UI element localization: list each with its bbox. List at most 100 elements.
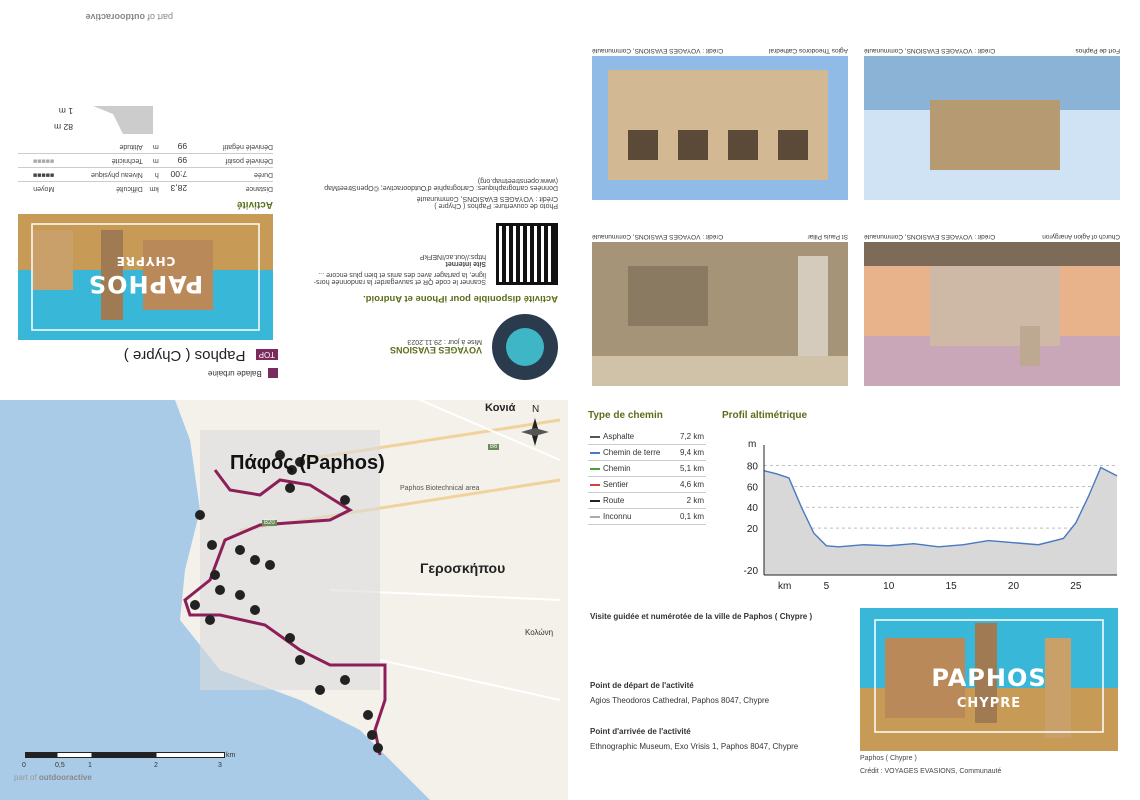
path-type-row: Inconnu 0,1 km: [588, 508, 706, 525]
photo-credit: Crédit : VOYAGES EVASIONS, Communauté: [592, 233, 724, 240]
cover-photo-credit2: Crédit : VOYAGES EVASIONS, Communauté: [416, 195, 558, 202]
path-type-swatch: [590, 467, 600, 470]
cover-photo-subtitle: CHYPRE: [956, 696, 1022, 711]
path-type-name: Chemin: [588, 460, 674, 477]
flyer-title: TOP Paphos ( Chypre ): [124, 347, 278, 364]
stat-label: Durée: [187, 167, 273, 182]
road-badge: B6: [488, 444, 500, 450]
photo-fort: [864, 56, 1120, 200]
top-badge: TOP: [255, 349, 278, 361]
end-value: Ethnographic Museum, Exo Vrisis 1, Papho…: [590, 742, 799, 751]
physical-level-dots: ■■■■■: [18, 167, 55, 182]
y-tick-label: 80: [747, 461, 759, 472]
x-tick-label: 15: [946, 581, 958, 592]
stat-value: [18, 140, 54, 154]
stat-value: 7:00: [158, 167, 188, 182]
category-label: Balade urbaine: [18, 368, 278, 378]
photo-cathedral: [592, 56, 848, 200]
photo-caption-text: Church of Agion Anargyron: [1042, 233, 1120, 240]
stat-label: Altitude: [119, 143, 143, 150]
technicity-dots: ■■■■■: [18, 153, 55, 168]
website-label: Site internet: [445, 260, 486, 267]
profile-area: [764, 467, 1117, 575]
path-type-row: Route 2 km: [588, 492, 706, 509]
north-arrow-icon: N: [532, 404, 540, 415]
path-types-section: Type de chemin Asphalte 7,2 km Chemin de t…: [588, 410, 718, 560]
stat-unit: h: [142, 167, 159, 182]
y-tick-label: 20: [747, 524, 759, 535]
path-type-value: 4,6 km: [673, 476, 706, 493]
cover-photo: PAPHOS CHYPRE: [860, 608, 1118, 751]
path-type-label: Inconnu: [603, 512, 632, 521]
category-icon: [268, 368, 278, 378]
path-type-value: 0,1 km: [673, 508, 706, 525]
path-type-swatch: [590, 451, 600, 454]
y-tick-label: 40: [747, 503, 759, 514]
stat-label: Difficulté: [54, 181, 143, 195]
y-axis-label: m: [748, 439, 756, 450]
map-town-label: Γεροσκήπου: [420, 560, 506, 576]
photo-church: [864, 242, 1120, 386]
author-block: VOYAGES EVASIONS Mise à jour : 29.11.202…: [298, 314, 558, 380]
brand-name: outdooractive: [85, 12, 145, 22]
activity-row: Dénivelé positif 99 m Technicité ■■■■■: [18, 153, 273, 168]
scale-label: 1: [88, 762, 92, 769]
category-text: Balade urbaine: [207, 368, 262, 378]
qr-code[interactable]: [496, 223, 558, 285]
path-type-label: Chemin de terre: [603, 448, 661, 457]
path-type-value: 5,1 km: [673, 460, 706, 477]
photo-caption: St Pauls Pillar Crédit : VOYAGES EVASIONS…: [592, 233, 848, 240]
map-city-label: Πάφος (Paphos): [230, 452, 385, 474]
path-type-row: Asphalte 7,2 km: [588, 429, 706, 445]
x-tick-label: 25: [1070, 581, 1082, 592]
path-type-swatch: [590, 483, 600, 486]
altitude-mini-profile: 82 m 1 m: [18, 96, 273, 136]
info-column: VOYAGES EVASIONS Mise à jour : 29.11.202…: [298, 177, 558, 380]
cover-photo-title: PAPHOS: [931, 664, 1047, 692]
path-type-label: Asphalte: [603, 432, 635, 441]
cover-photo-credit: Photo de couverture: Paphos ( Chypre ): [434, 202, 558, 209]
cover-title: PAPHOS: [87, 270, 204, 298]
path-type-label: Route: [603, 496, 625, 505]
map-district-label: Paphos Biotechnical area: [400, 485, 480, 492]
activity-row: Distance 28,3 km Difficulté Moyen: [18, 181, 273, 195]
brand-name: outdooractive: [38, 773, 92, 782]
cover-image: PAPHOS CHYPRE: [18, 214, 273, 340]
path-types-heading: Type de chemin: [588, 410, 663, 421]
path-type-swatch: [590, 515, 600, 518]
x-tick-label: 20: [1008, 581, 1020, 592]
x-axis-label: km: [778, 581, 791, 592]
stat-value: Moyen: [18, 181, 55, 195]
scale-label: 3: [218, 762, 222, 769]
scale-unit: km: [226, 752, 236, 759]
author-avatar: [492, 314, 558, 380]
photo-credit: Crédit : VOYAGES EVASIONS, Communauté: [864, 233, 996, 240]
qr-block: Scanner le code QR et sauvegarder la ran…: [298, 223, 558, 285]
stat-unit: m: [152, 143, 159, 150]
photo-caption: Fort de Paphos Crédit : VOYAGES EVASIONS,…: [864, 47, 1120, 54]
cover-photo-block: PAPHOS CHYPRE Paphos ( Chypre ) Crédit :…: [860, 608, 1118, 786]
path-type-name: Route: [588, 492, 674, 509]
path-type-row: Chemin 5,1 km: [588, 460, 706, 477]
altitude-max: 82 m: [54, 122, 73, 132]
activity-row: Dénivelé négatif 99 m Altitude: [18, 140, 273, 154]
x-tick-label: 5: [824, 581, 830, 592]
updated-date: Mise à jour : 29.11.2023: [407, 338, 482, 346]
stat-label: Niveau physique: [54, 167, 143, 182]
photo-caption-text: Agios Theodoros Cathedral: [768, 47, 848, 54]
activity-table: Distance 28,3 km Difficulté Moyen Durée …: [18, 140, 273, 195]
brand-part-of: part of: [14, 773, 37, 782]
path-type-value: 2 km: [673, 492, 706, 509]
stat-label: Dénivelé négatif: [222, 143, 273, 150]
website-link[interactable]: https://out.ac/INEFkP: [306, 253, 486, 260]
activity-heading: Activité: [236, 199, 273, 210]
route-map[interactable]: Πάφος (Paphos) Γεροσκήπου Κονιά Κολώνη P…: [0, 400, 568, 800]
map-town-label: Κολώνη: [525, 628, 554, 637]
stat-unit: m: [142, 153, 159, 168]
stat-label: Technicité: [54, 153, 143, 168]
photo-caption: Church of Agion Anargyron Crédit : VOYAGE…: [864, 233, 1120, 240]
path-type-name: Asphalte: [588, 429, 674, 445]
path-type-row: Chemin de terre 9,4 km: [588, 444, 706, 461]
x-tick-label: 10: [883, 581, 895, 592]
photo-caption: Agios Theodoros Cathedral Crédit : VOYAGE…: [592, 47, 848, 54]
